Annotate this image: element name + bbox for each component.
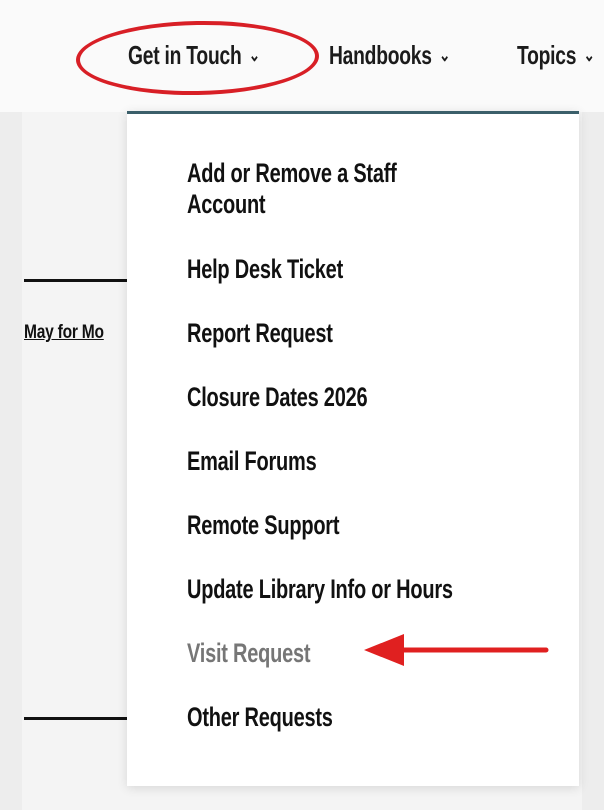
menu-item-add-remove-staff-account[interactable]: Add or Remove a Staff Account [187,158,397,220]
menu-item-update-library-info[interactable]: Update Library Info or Hours [187,574,453,605]
content-divider-bottom [24,717,134,720]
nav-item-handbooks[interactable]: Handbooks ⌄ [329,40,450,71]
menu-item-help-desk-ticket[interactable]: Help Desk Ticket [187,254,343,285]
pointer-arrow-annotation [364,634,549,666]
menu-item-visit-request[interactable]: Visit Request [187,638,311,669]
get-in-touch-dropdown-menu: Add or Remove a Staff Account Help Desk … [127,111,579,786]
content-divider-top [24,279,134,282]
menu-item-report-request[interactable]: Report Request [187,318,333,349]
chevron-down-icon: ⌄ [439,45,451,65]
menu-item-label-line2: Account [187,189,266,219]
menu-item-remote-support[interactable]: Remote Support [187,510,340,541]
menu-item-closure-dates[interactable]: Closure Dates 2026 [187,382,368,413]
nav-item-label: Handbooks [329,40,432,70]
menu-item-label-line1: Add or Remove a Staff [187,158,397,188]
chevron-down-icon: ⌄ [583,45,595,65]
menu-item-email-forums[interactable]: Email Forums [187,446,317,477]
menu-item-other-requests[interactable]: Other Requests [187,702,333,733]
nav-item-topics[interactable]: Topics ⌄ [517,40,595,71]
content-link[interactable]: May for Mo [24,322,109,344]
nav-item-label: Topics [517,40,577,70]
